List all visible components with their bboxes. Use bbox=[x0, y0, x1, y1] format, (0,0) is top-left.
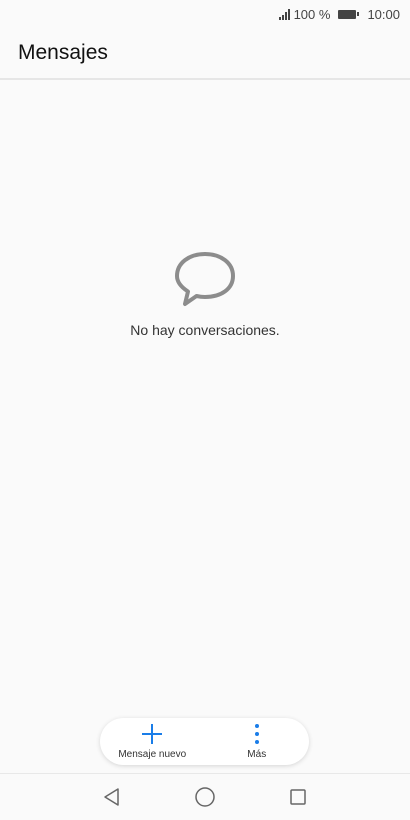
more-vertical-icon bbox=[254, 724, 259, 744]
home-icon[interactable] bbox=[194, 786, 216, 808]
chat-bubble-icon bbox=[175, 252, 235, 306]
status-bar: 100 % 10:00 bbox=[0, 0, 410, 28]
more-button[interactable]: Más bbox=[212, 723, 302, 760]
recents-icon[interactable] bbox=[288, 787, 308, 807]
more-label: Más bbox=[247, 749, 267, 760]
empty-state: No hay conversaciones. bbox=[0, 250, 410, 338]
page-title: Mensajes bbox=[18, 41, 108, 64]
plus-icon bbox=[142, 724, 163, 744]
back-icon[interactable] bbox=[102, 787, 122, 807]
battery-percent: 100 % bbox=[293, 6, 331, 22]
bottom-action-bar: Mensaje nuevo Más bbox=[100, 718, 309, 765]
empty-state-text: No hay conversaciones. bbox=[130, 322, 280, 338]
clock: 10:00 bbox=[367, 6, 400, 22]
new-message-button[interactable]: Mensaje nuevo bbox=[107, 723, 197, 760]
new-message-label: Mensaje nuevo bbox=[118, 749, 187, 760]
system-nav-bar bbox=[0, 773, 410, 820]
app-header: Mensajes bbox=[0, 28, 410, 80]
battery-icon bbox=[338, 9, 360, 19]
signal-icon bbox=[278, 8, 290, 20]
